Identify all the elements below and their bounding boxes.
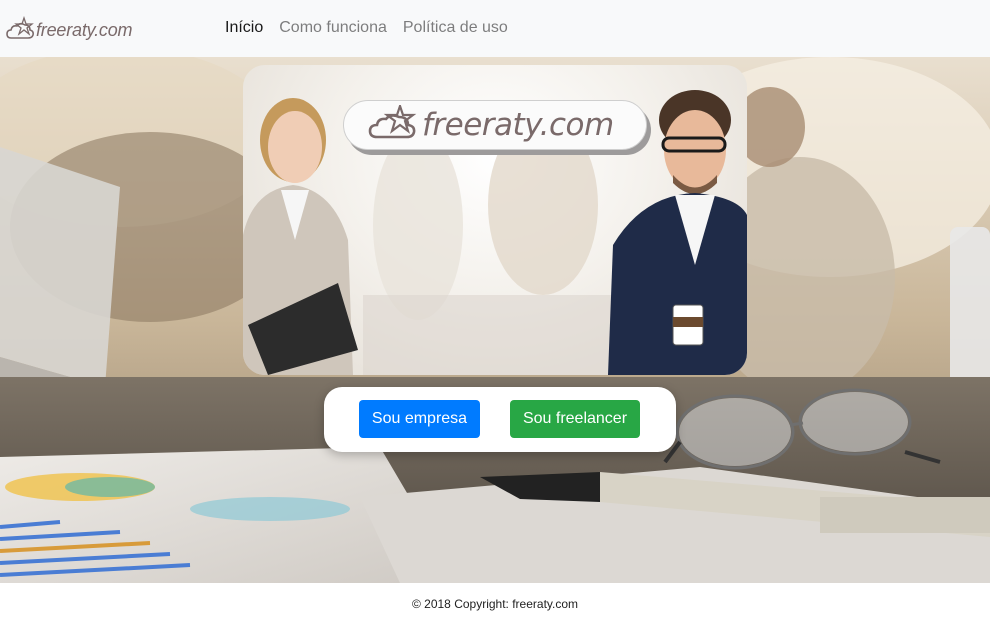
nav-item-como-funciona[interactable]: Como funciona bbox=[279, 19, 387, 37]
hero-logo-badge: freeraty.com bbox=[343, 100, 647, 150]
nav-item-politica-de-uso[interactable]: Política de uso bbox=[403, 19, 508, 37]
hero-logo-text: freeraty.com bbox=[422, 107, 614, 143]
navbar: freeraty.com Início Como funciona Políti… bbox=[0, 0, 990, 57]
brand-link[interactable]: freeraty.com bbox=[6, 16, 132, 44]
hero-section: freeraty.com Sou empresa Sou freelancer bbox=[0, 57, 990, 583]
sou-empresa-button[interactable]: Sou empresa bbox=[359, 400, 480, 438]
cta-panel: Sou empresa Sou freelancer bbox=[324, 387, 676, 452]
nav-item-inicio[interactable]: Início bbox=[225, 19, 263, 37]
main-nav: Início Como funciona Política de uso bbox=[225, 19, 524, 37]
sou-freelancer-button[interactable]: Sou freelancer bbox=[510, 400, 640, 438]
footer: © 2018 Copyright: freeraty.com bbox=[0, 583, 990, 625]
brand-name: freeraty.com bbox=[36, 19, 133, 40]
cloud-star-icon bbox=[368, 105, 417, 139]
cloud-star-icon bbox=[6, 16, 34, 39]
footer-copyright: © 2018 Copyright: freeraty.com bbox=[411, 597, 579, 611]
